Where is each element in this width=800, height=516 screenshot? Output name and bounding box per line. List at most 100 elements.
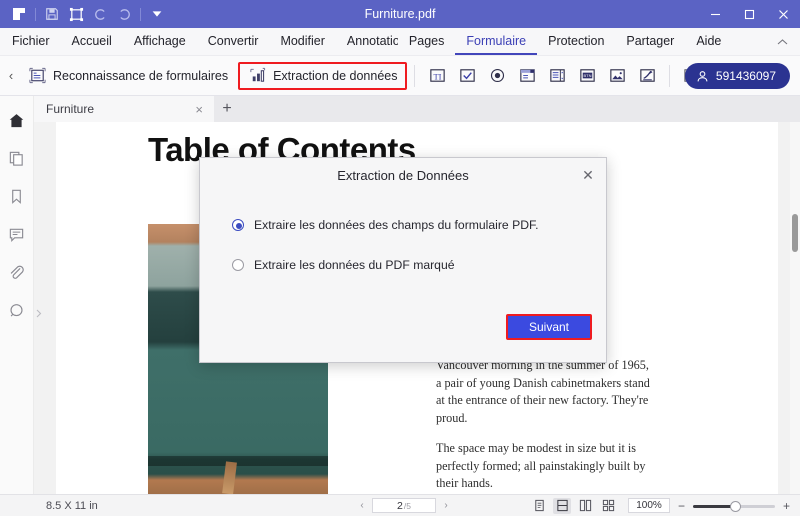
crop-resize-icon[interactable] bbox=[64, 3, 88, 25]
paragraph: Vancouver morning in the summer of 1965,… bbox=[436, 358, 650, 425]
scroll-left-icon[interactable]: ‹ bbox=[0, 56, 18, 96]
page-navigator: ‹ 2 /5 › bbox=[355, 498, 453, 513]
checkbox-field-icon[interactable] bbox=[455, 64, 479, 88]
document-body-text: Vancouver morning in the summer of 1965,… bbox=[436, 357, 651, 493]
document-tab-furniture[interactable]: Furniture × bbox=[34, 96, 214, 122]
text-field-icon[interactable]: TI bbox=[425, 64, 449, 88]
data-extraction-button[interactable]: Extraction de données bbox=[238, 61, 408, 90]
combo-box-field-icon[interactable] bbox=[515, 64, 539, 88]
slider-track-filled bbox=[693, 504, 735, 508]
page-size-label: 8.5 X 11 in bbox=[46, 499, 98, 512]
app-logo-icon[interactable] bbox=[7, 3, 31, 25]
scrollbar-thumb[interactable] bbox=[792, 214, 798, 252]
signature-field-icon[interactable] bbox=[635, 64, 659, 88]
redo-icon[interactable] bbox=[112, 3, 136, 25]
data-extraction-label: Extraction de données bbox=[273, 68, 398, 83]
dialog-body: Extraire les données des champs du formu… bbox=[200, 194, 606, 272]
paragraph: The space may be modest in size but it i… bbox=[436, 441, 646, 490]
radio-icon-unselected[interactable] bbox=[232, 259, 244, 271]
minimize-button[interactable] bbox=[698, 0, 732, 28]
sidebar-item-comments[interactable] bbox=[0, 215, 34, 253]
sidebar-item-search[interactable] bbox=[0, 291, 34, 329]
radio-option-label: Extraire les données des champs du formu… bbox=[254, 218, 539, 232]
slider-track-empty bbox=[735, 504, 775, 508]
zoom-controls: 100% − + bbox=[628, 498, 791, 513]
zoom-level-value[interactable]: 100% bbox=[628, 498, 670, 513]
status-bar: 8.5 X 11 in ‹ 2 /5 › 100% − + bbox=[0, 494, 800, 516]
radio-option-form-fields[interactable]: Extraire les données des champs du formu… bbox=[232, 218, 606, 232]
push-button-field-icon[interactable]: BTN bbox=[575, 64, 599, 88]
dialog-close-icon[interactable]: ✕ bbox=[578, 165, 598, 185]
window-controls bbox=[698, 0, 800, 28]
menu-item-fichier[interactable]: Fichier bbox=[0, 28, 61, 55]
ribbon-toolbar: ‹ Reconnaissance de formulaires Extracti… bbox=[0, 56, 800, 96]
user-account-badge[interactable]: 591436097 bbox=[684, 63, 790, 89]
form-recognition-button[interactable]: Reconnaissance de formulaires bbox=[18, 62, 238, 90]
new-tab-button[interactable]: + bbox=[214, 96, 240, 122]
list-box-field-icon[interactable] bbox=[545, 64, 569, 88]
slider-knob[interactable] bbox=[730, 500, 741, 512]
menu-item-partager[interactable]: Partager bbox=[615, 28, 685, 55]
close-button[interactable] bbox=[766, 0, 800, 28]
dialog-header: Extraction de Données ✕ bbox=[200, 158, 606, 194]
zoom-in-button[interactable]: + bbox=[782, 499, 791, 513]
page-number-input[interactable]: 2 /5 bbox=[372, 498, 436, 513]
previous-page-button[interactable]: ‹ bbox=[355, 500, 369, 511]
svg-text:BTN: BTN bbox=[584, 73, 592, 78]
current-page-value: 2 bbox=[397, 499, 403, 512]
home-icon bbox=[8, 112, 25, 129]
continuous-scroll-view-icon[interactable] bbox=[553, 497, 571, 514]
document-tab-label: Furniture bbox=[46, 102, 95, 116]
menu-item-modifier[interactable]: Modifier bbox=[269, 28, 335, 55]
sidebar-item-home[interactable] bbox=[0, 101, 34, 139]
comment-icon bbox=[8, 226, 25, 243]
panel-expand-icon[interactable] bbox=[34, 300, 43, 326]
photo-sofa-leg bbox=[222, 461, 237, 494]
radio-button-field-icon[interactable] bbox=[485, 64, 509, 88]
sidebar-item-pages[interactable] bbox=[0, 139, 34, 177]
single-page-view-icon[interactable] bbox=[530, 498, 548, 514]
form-recognition-label: Reconnaissance de formulaires bbox=[53, 68, 229, 83]
attachment-icon bbox=[8, 264, 25, 281]
search-circle-icon bbox=[8, 302, 25, 319]
divider bbox=[35, 7, 36, 21]
menu-item-aide[interactable]: Aide bbox=[685, 28, 732, 55]
sidebar-item-attachments[interactable] bbox=[0, 253, 34, 291]
zoom-out-button[interactable]: − bbox=[677, 499, 686, 513]
left-sidebar bbox=[0, 96, 34, 516]
menu-item-formulaire[interactable]: Formulaire bbox=[455, 28, 538, 55]
user-id-label: 591436097 bbox=[715, 69, 776, 83]
close-icon[interactable]: × bbox=[192, 102, 206, 117]
image-field-icon[interactable] bbox=[605, 64, 629, 88]
divider bbox=[669, 64, 671, 87]
maximize-button[interactable] bbox=[732, 0, 766, 28]
radio-option-label: Extraire les données du PDF marqué bbox=[254, 258, 455, 272]
bookmark-icon bbox=[8, 188, 25, 205]
next-button[interactable]: Suivant bbox=[506, 314, 592, 340]
chevron-up-icon[interactable] bbox=[772, 32, 792, 52]
vertical-scrollbar[interactable] bbox=[790, 122, 800, 494]
two-page-view-icon[interactable] bbox=[576, 498, 594, 514]
sidebar-item-bookmarks[interactable] bbox=[0, 177, 34, 215]
menu-item-annotation[interactable]: Annotation bbox=[336, 28, 398, 55]
save-icon[interactable] bbox=[40, 3, 64, 25]
menu-item-pages[interactable]: Pages bbox=[398, 28, 455, 55]
form-recognition-icon bbox=[28, 66, 47, 85]
next-page-button[interactable]: › bbox=[439, 500, 453, 511]
grid-view-icon[interactable] bbox=[599, 498, 617, 514]
pages-thumbnail-icon bbox=[8, 150, 25, 167]
total-pages-label: /5 bbox=[403, 500, 411, 511]
menu-item-convertir[interactable]: Convertir bbox=[197, 28, 270, 55]
menu-bar: Fichier Accueil Affichage Convertir Modi… bbox=[0, 28, 800, 56]
radio-option-tagged-pdf[interactable]: Extraire les données du PDF marqué bbox=[232, 258, 606, 272]
menu-item-accueil[interactable]: Accueil bbox=[61, 28, 123, 55]
quick-access-toolbar bbox=[0, 3, 169, 25]
menu-item-affichage[interactable]: Affichage bbox=[123, 28, 197, 55]
customize-dropdown-icon[interactable] bbox=[145, 3, 169, 25]
photo-shadow bbox=[148, 456, 328, 466]
undo-icon[interactable] bbox=[88, 3, 112, 25]
zoom-slider[interactable] bbox=[693, 500, 775, 512]
menu-item-protection[interactable]: Protection bbox=[537, 28, 615, 55]
data-extraction-dialog: Extraction de Données ✕ Extraire les don… bbox=[199, 157, 607, 363]
radio-icon-selected[interactable] bbox=[232, 219, 244, 231]
